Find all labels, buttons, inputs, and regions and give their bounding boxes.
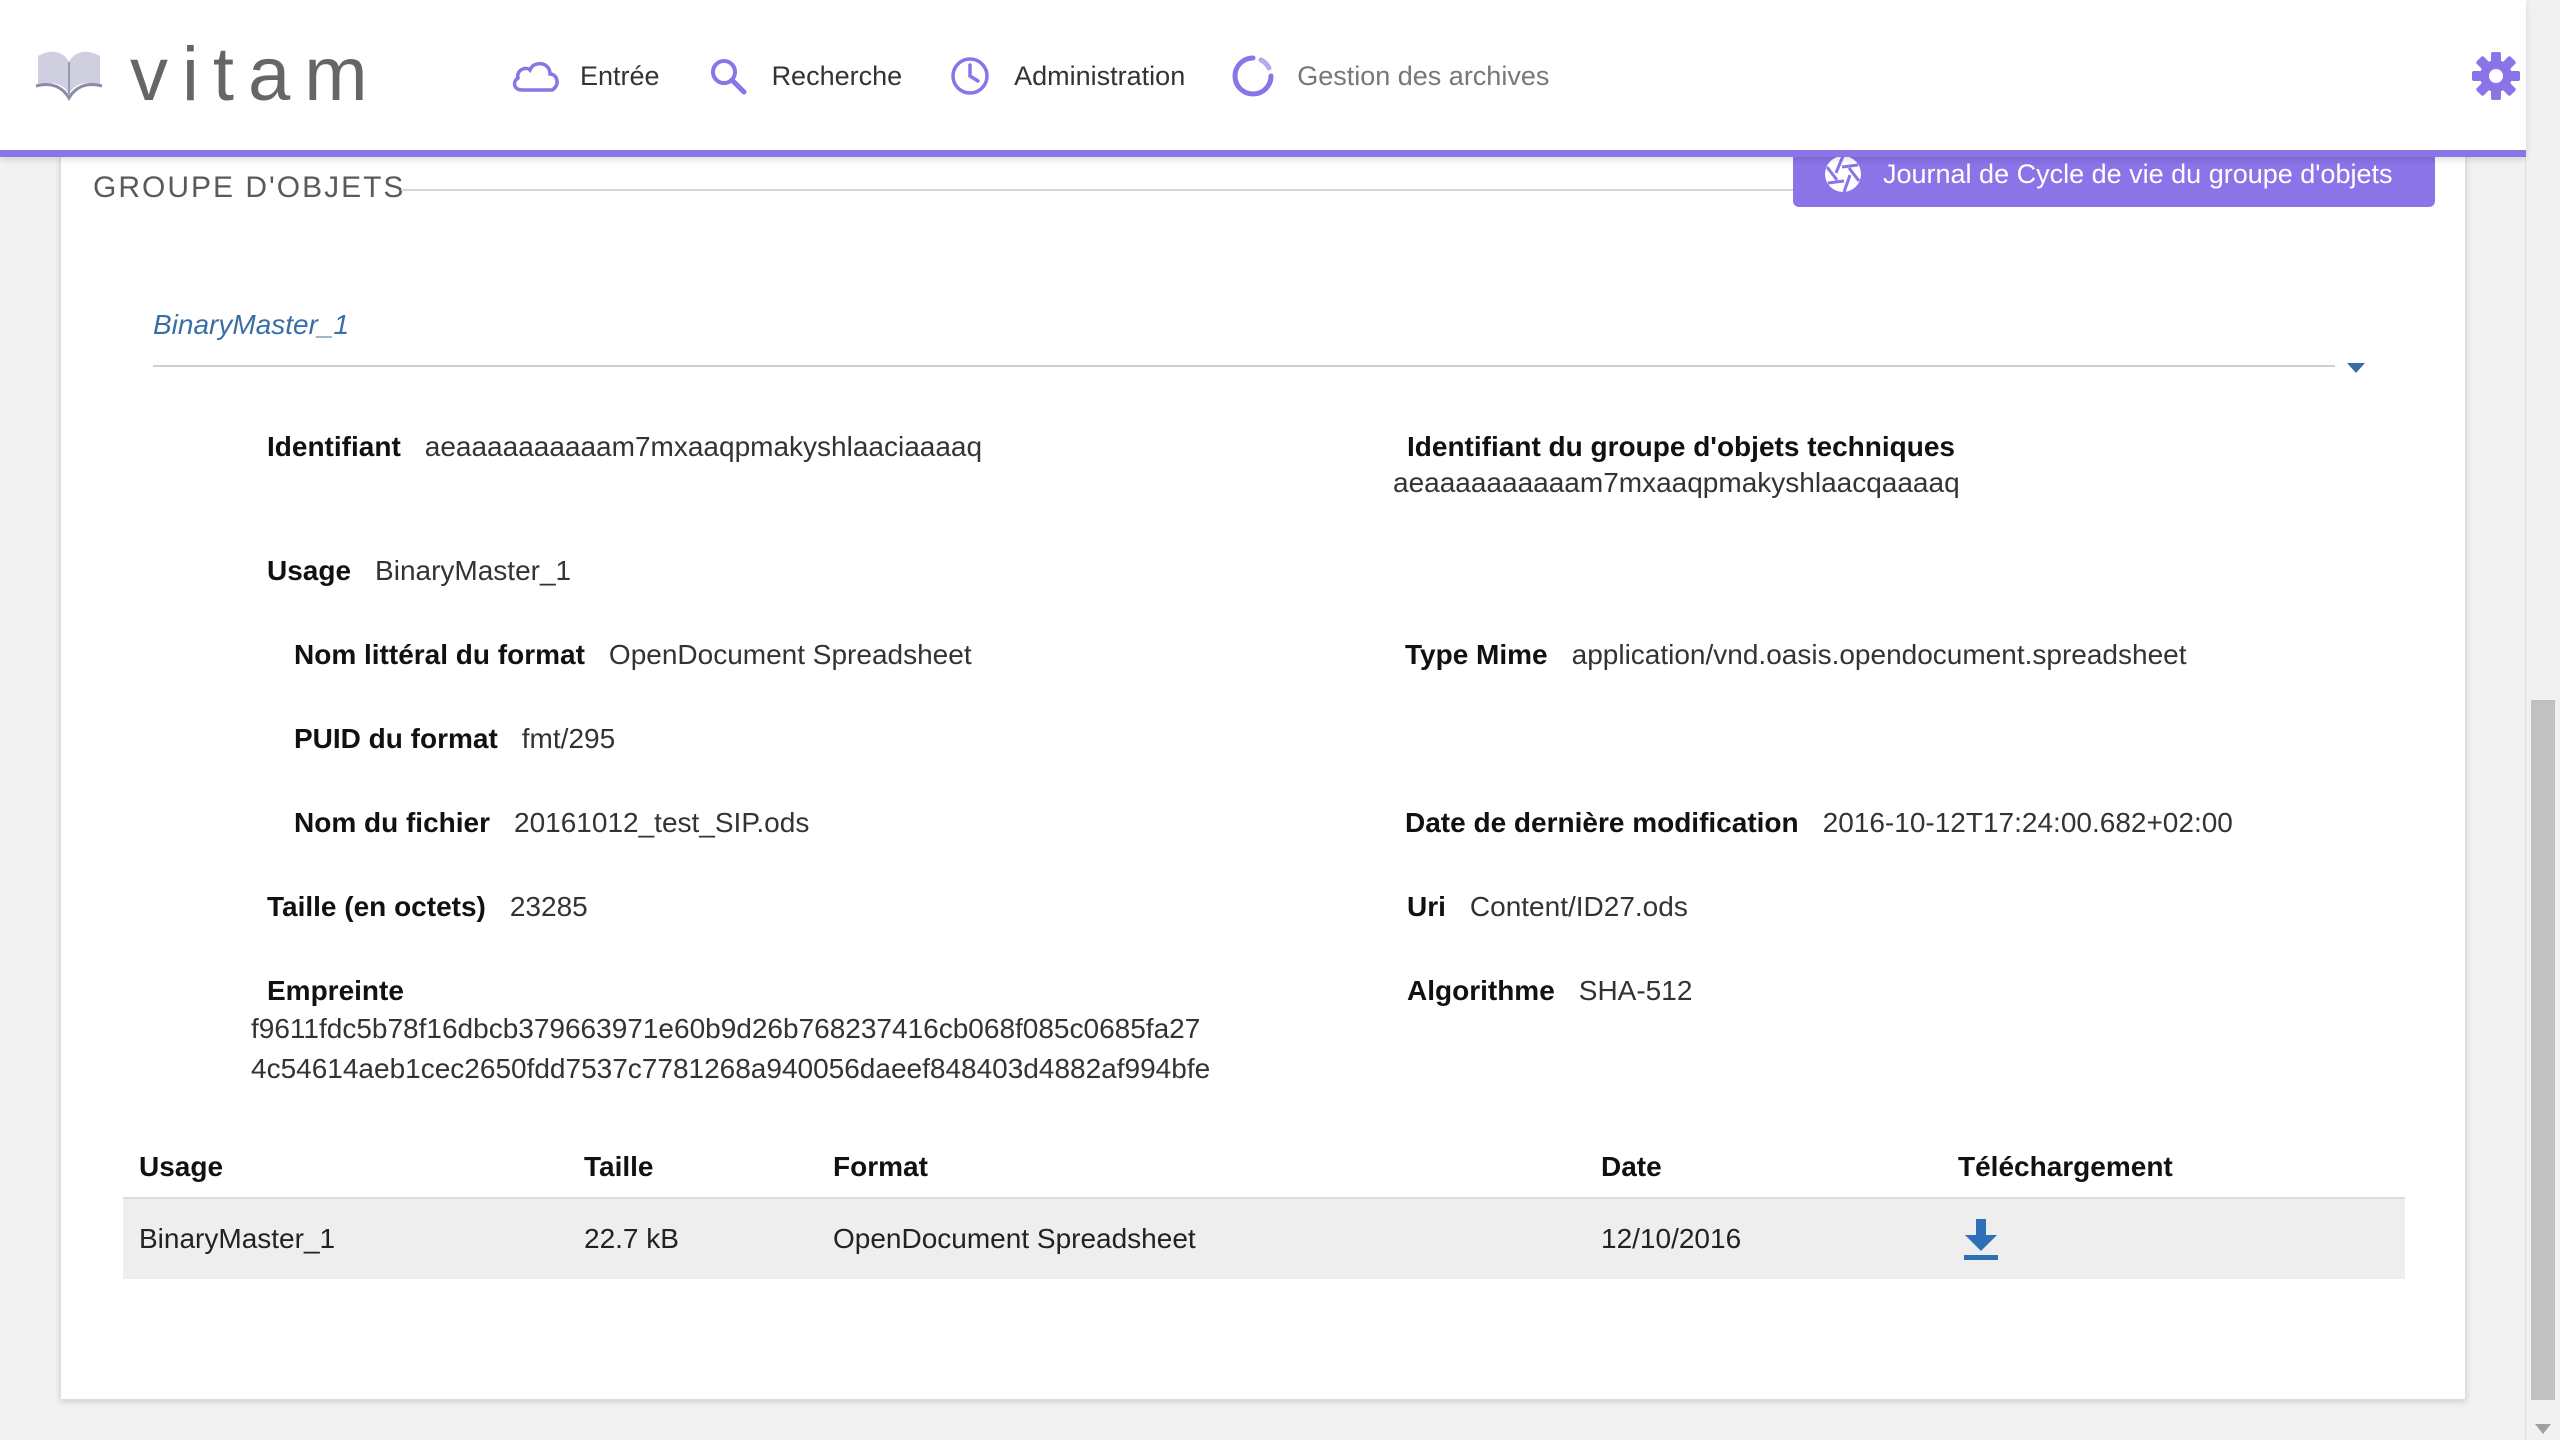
field-nom-fichier: Nom du fichier 20161012_test_SIP.ods xyxy=(294,807,809,839)
field-algorithme: Algorithme SHA-512 xyxy=(1407,975,1692,1007)
col-header-date: Date xyxy=(1601,1151,1662,1182)
binary-divider xyxy=(153,365,2335,367)
logo-text: vitam xyxy=(130,31,382,117)
object-group-card: GROUPE D'OBJETS Journal de Cycle de vie … xyxy=(60,130,2466,1400)
scrollbar-thumb[interactable] xyxy=(2531,700,2555,1400)
nav-label-administration: Administration xyxy=(1014,60,1186,91)
label-groupe-technique: Identifiant du groupe d'objets technique… xyxy=(1407,431,1955,462)
value-identifiant: aeaaaaaaaaaam7mxaaqpmakyshlaaciaaaaq xyxy=(424,431,983,462)
gear-icon xyxy=(2472,52,2520,100)
field-groupe-technique: Identifiant du groupe d'objets technique… xyxy=(1393,431,1960,503)
value-groupe-technique: aeaaaaaaaaaam7mxaaqpmakyshlaacqaaaaq xyxy=(1393,467,1960,498)
label-nom-format: Nom littéral du format xyxy=(294,639,585,670)
cell-taille: 22.7 kB xyxy=(584,1223,679,1254)
value-date-modification: 2016-10-12T17:24:00.682+02:00 xyxy=(1822,807,2233,838)
field-uri: Uri Content/ID27.ods xyxy=(1407,891,1688,923)
journal-button-label: Journal de Cycle de vie du groupe d'obje… xyxy=(1883,158,2393,189)
clock-icon xyxy=(944,50,996,102)
value-uri: Content/ID27.ods xyxy=(1469,891,1688,922)
label-algorithme: Algorithme xyxy=(1407,975,1555,1006)
label-taille: Taille (en octets) xyxy=(267,891,486,922)
value-empreinte-line1: f9611fdc5b78f16dbcb379663971e60b9d26b768… xyxy=(251,1013,1201,1044)
top-header: vitam Entrée Recherche Administration Ge… xyxy=(0,0,2526,157)
loading-circle-icon xyxy=(1227,50,1279,102)
download-icon[interactable] xyxy=(1961,1217,2001,1261)
vertical-scrollbar[interactable] xyxy=(2525,0,2560,1440)
collapse-arrow-icon[interactable] xyxy=(2347,363,2365,373)
label-puid: PUID du format xyxy=(294,723,498,754)
field-taille: Taille (en octets) 23285 xyxy=(267,891,588,923)
label-empreinte: Empreinte xyxy=(267,975,404,1006)
col-header-format: Format xyxy=(833,1151,928,1182)
field-identifiant: Identifiant aeaaaaaaaaaam7mxaaqpmakyshla… xyxy=(267,431,982,463)
nav-label-recherche: Recherche xyxy=(771,60,903,91)
nav-item-entree[interactable]: Entrée xyxy=(510,50,660,102)
scroll-down-arrow-icon[interactable] xyxy=(2535,1424,2551,1434)
label-type-mime: Type Mime xyxy=(1405,639,1548,670)
value-empreinte-line2: 4c54614aeb1cec2650fdd7537c7781268a940056… xyxy=(251,1053,1211,1084)
field-usage: Usage BinaryMaster_1 xyxy=(267,555,571,587)
label-uri: Uri xyxy=(1407,891,1446,922)
nav-label-gestion-archives: Gestion des archives xyxy=(1297,60,1550,91)
table-row: BinaryMaster_1 22.7 kB OpenDocument Spre… xyxy=(123,1199,2405,1279)
value-nom-format: OpenDocument Spreadsheet xyxy=(608,639,972,670)
field-date-modification: Date de dernière modification 2016-10-12… xyxy=(1405,807,2233,839)
field-empreinte: Empreinte f9611fdc5b78f16dbcb379663971e6… xyxy=(251,975,1210,1089)
nav-item-recherche[interactable]: Recherche xyxy=(702,50,903,102)
label-date-modification: Date de dernière modification xyxy=(1405,807,1799,838)
value-usage: BinaryMaster_1 xyxy=(375,555,572,586)
field-nom-format: Nom littéral du format OpenDocument Spre… xyxy=(294,639,972,671)
cloud-icon xyxy=(510,50,562,102)
nav-item-administration[interactable]: Administration xyxy=(944,50,1185,102)
col-header-taille: Taille xyxy=(584,1151,654,1182)
search-icon xyxy=(702,50,754,102)
value-type-mime: application/vnd.oasis.opendocument.sprea… xyxy=(1571,639,2187,670)
cell-format: OpenDocument Spreadsheet xyxy=(833,1223,1196,1254)
col-header-usage: Usage xyxy=(139,1151,224,1182)
main-nav: Entrée Recherche Administration Gestion … xyxy=(510,50,1591,102)
label-identifiant: Identifiant xyxy=(267,431,401,462)
table-header: Usage Taille Format Date Téléchargement xyxy=(123,1141,2405,1199)
cell-usage: BinaryMaster_1 xyxy=(139,1223,336,1254)
value-taille: 23285 xyxy=(509,891,588,922)
nav-label-entree: Entrée xyxy=(580,60,660,91)
binary-master-header[interactable]: BinaryMaster_1 xyxy=(153,309,349,341)
col-header-telechargement: Téléchargement xyxy=(1958,1151,2173,1182)
section-title: GROUPE D'OBJETS xyxy=(93,171,406,204)
settings-button[interactable] xyxy=(2468,48,2524,104)
label-usage: Usage xyxy=(267,555,352,586)
aperture-icon xyxy=(1821,152,1865,196)
binary-objects-table: Usage Taille Format Date Téléchargement … xyxy=(123,1141,2405,1279)
section-divider xyxy=(401,189,1871,191)
field-type-mime: Type Mime application/vnd.oasis.opendocu… xyxy=(1405,639,2187,671)
label-nom-fichier: Nom du fichier xyxy=(294,807,491,838)
nav-item-gestion-archives[interactable]: Gestion des archives xyxy=(1227,50,1549,102)
vitam-logo[interactable]: vitam xyxy=(34,32,382,117)
field-puid: PUID du format fmt/295 xyxy=(294,723,615,755)
cell-date: 12/10/2016 xyxy=(1601,1223,1742,1254)
value-nom-fichier: 20161012_test_SIP.ods xyxy=(514,807,810,838)
value-algorithme: SHA-512 xyxy=(1578,975,1693,1006)
value-puid: fmt/295 xyxy=(521,723,616,754)
book-logo-icon xyxy=(35,51,103,101)
